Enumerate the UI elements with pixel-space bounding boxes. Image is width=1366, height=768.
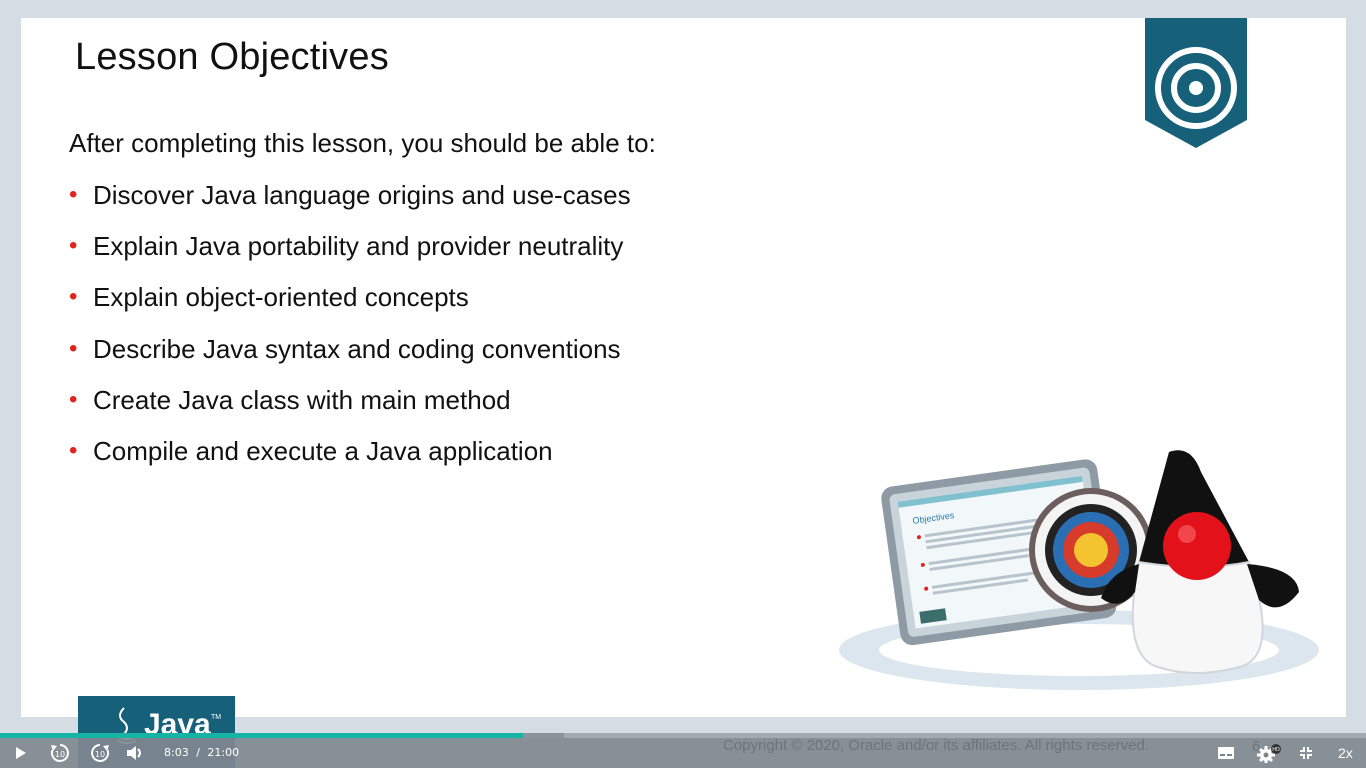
exit-fullscreen-button[interactable] — [1294, 738, 1318, 768]
gear-icon: HD — [1257, 744, 1281, 763]
slide: Lesson Objectives After completing this … — [21, 18, 1346, 717]
captions-icon — [1218, 747, 1234, 759]
objective-text: Explain object-oriented concepts — [93, 282, 469, 313]
settings-button[interactable]: HD — [1254, 738, 1284, 768]
time-display: 8:03 / 21:00 — [164, 746, 239, 759]
playback-speed-button[interactable]: 2x — [1338, 745, 1353, 761]
bullet-icon: • — [69, 232, 78, 260]
exit-fullscreen-icon — [1300, 747, 1312, 759]
objective-text: Discover Java language origins and use-c… — [93, 180, 631, 210]
svg-text:10: 10 — [95, 750, 105, 759]
svg-text:10: 10 — [55, 750, 65, 759]
slide-intro: After completing this lesson, you should… — [69, 128, 656, 158]
rewind-10-icon: 10 — [50, 744, 69, 762]
slide-copyright: Copyright © 2020, Oracle and/or its affi… — [723, 737, 1149, 754]
objective-text: Create Java class with main method — [93, 384, 511, 415]
target-ribbon-icon — [1145, 18, 1247, 148]
bullet-icon: • — [69, 283, 78, 311]
objectives-list: • Discover Java language origins and use-… — [69, 176, 631, 483]
player-controls: Copyright © 2020, Oracle and/or its affi… — [0, 738, 1366, 768]
duration: 21:00 — [207, 746, 240, 759]
slide-title: Lesson Objectives — [75, 36, 389, 78]
volume-icon — [127, 746, 141, 760]
duke-mascot-illustration: Objectives — [839, 450, 1319, 690]
rewind-10-button[interactable]: 10 — [46, 738, 74, 768]
forward-10-button[interactable]: 10 — [86, 738, 114, 768]
objective-item: • Create Java class with main method — [69, 381, 631, 432]
captions-button[interactable] — [1214, 738, 1238, 768]
objective-text: Explain Java portability and provider ne… — [93, 231, 624, 262]
bullet-icon: • — [69, 181, 78, 208]
bullet-icon: • — [69, 334, 78, 362]
play-icon — [16, 747, 26, 759]
objective-text: Describe Java syntax and coding conventi… — [93, 333, 621, 364]
java-trademark: TM — [211, 714, 222, 721]
objective-item: • Explain object-oriented concepts — [69, 278, 631, 329]
objective-item: • Compile and execute a Java application — [69, 432, 631, 483]
bullet-icon: • — [69, 436, 78, 464]
hd-badge: HD — [1272, 747, 1280, 753]
volume-button[interactable] — [122, 738, 148, 768]
time-separator: / — [196, 746, 200, 759]
objective-text: Compile and execute a Java application — [93, 435, 553, 466]
bullet-icon: • — [69, 385, 78, 413]
forward-10-icon: 10 — [91, 744, 110, 762]
objective-item: • Discover Java language origins and use-… — [69, 176, 631, 227]
play-button[interactable] — [6, 738, 34, 768]
objective-item: • Describe Java syntax and coding convent… — [69, 330, 631, 381]
current-time: 8:03 — [164, 746, 189, 759]
objective-item: • Explain Java portability and provider n… — [69, 227, 631, 278]
